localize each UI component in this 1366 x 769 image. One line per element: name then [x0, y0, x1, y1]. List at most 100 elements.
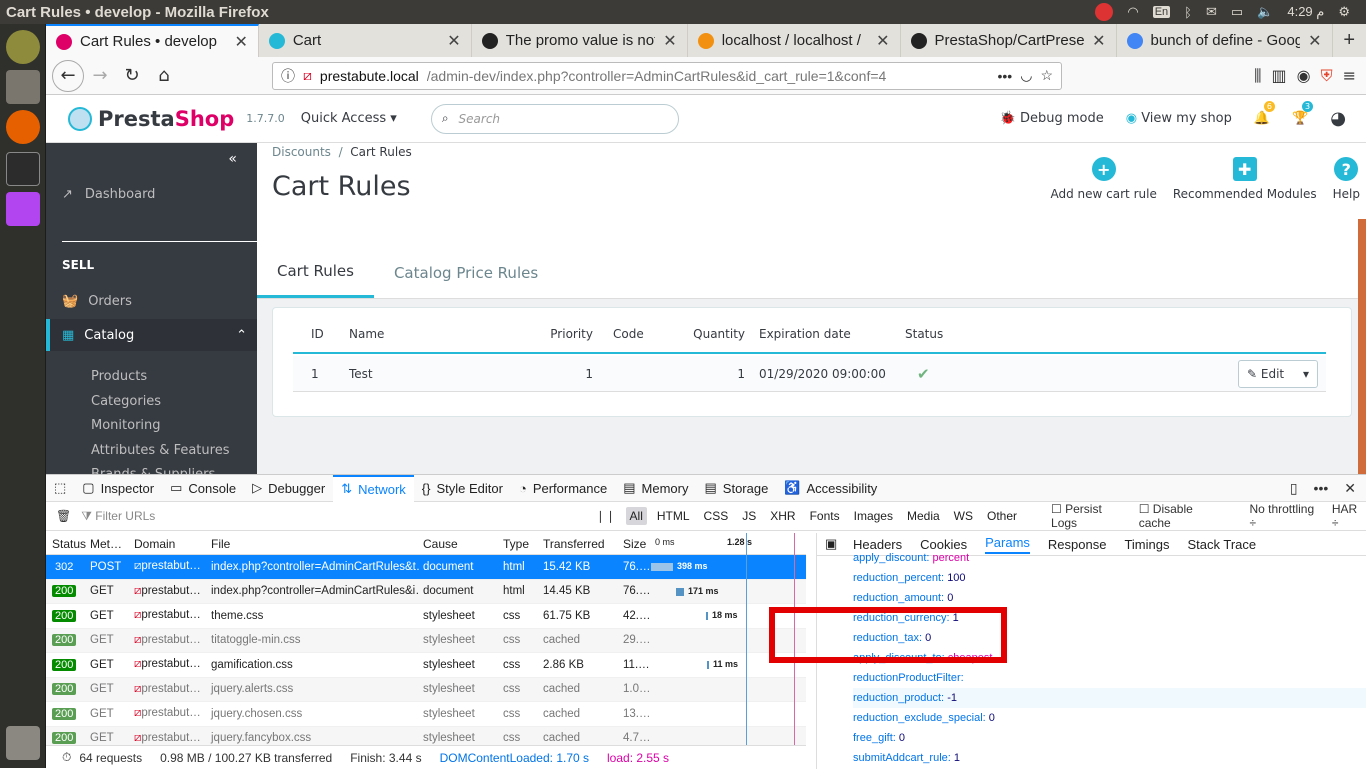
recommended-modules-button[interactable]: ✚ Recommended Modules [1173, 157, 1317, 201]
filter-images[interactable]: Images [850, 507, 897, 525]
table-row[interactable]: 200 GET ⧄prestabut… jquery.chosen.css styles… [46, 702, 806, 727]
persist-logs-checkbox[interactable]: ☐ Persist Logs [1051, 502, 1129, 530]
panel-tab-response[interactable]: Response [1048, 537, 1107, 552]
col-type[interactable]: Type [499, 537, 539, 551]
har-menu[interactable]: HAR ÷ [1332, 502, 1366, 530]
sidebar-subitem-products[interactable]: Products [91, 365, 229, 390]
filter-all[interactable]: All [625, 507, 647, 525]
clear-requests-icon[interactable]: 🗑 [56, 509, 71, 523]
wifi-icon[interactable]: ◠ [1127, 4, 1138, 20]
col-waterfall[interactable]: 0 ms 1.28 s [651, 533, 806, 554]
more-icon[interactable]: ••• [1314, 480, 1329, 497]
col-quantity[interactable]: Quantity [683, 327, 745, 341]
filter-urls-input[interactable]: ⧩ Filter URLs [81, 509, 585, 524]
col-id[interactable]: ID [293, 327, 349, 341]
table-row[interactable]: 200 GET ⧄prestabut… jquery.fancybox.css styl… [46, 726, 806, 745]
ubuntu-home-icon[interactable] [6, 30, 40, 64]
tab-catalog-price-rules[interactable]: Catalog Price Rules [374, 247, 558, 298]
panel-tab-params[interactable]: Params [985, 535, 1030, 554]
browser-tab[interactable]: PrestaShop/CartPrese ✕ [901, 24, 1117, 57]
volume-icon[interactable]: 🔈 [1257, 4, 1273, 20]
col-name[interactable]: Name [349, 327, 547, 341]
sidebar-subitem-monitoring[interactable]: Monitoring [91, 414, 229, 439]
add-new-cart-rule-button[interactable]: + Add new cart rule [1051, 157, 1157, 201]
files-icon[interactable] [6, 70, 40, 104]
filter-js[interactable]: JS [738, 507, 760, 525]
quick-access-dropdown[interactable]: Quick Access ▾ [301, 111, 397, 126]
edit-button[interactable]: ✎ Edit ▾ [1238, 359, 1318, 388]
admin-search-field[interactable]: ⌕ Search [430, 103, 679, 134]
help-button[interactable]: ? Help [1333, 157, 1360, 201]
col-transferred[interactable]: Transferred [539, 537, 619, 551]
table-row[interactable]: 1 Test 1 1 01/29/2020 09:00:00 ✔ ✎ Edit ▾ [293, 356, 1326, 392]
table-row[interactable]: 200 GET ⧄prestabut… theme.css stylesheet css 6… [46, 604, 806, 629]
bookmark-star-icon[interactable]: ☆ [1040, 67, 1053, 84]
debug-mode-link[interactable]: 🐞 Debug mode [1000, 111, 1104, 126]
col-file[interactable]: File [207, 537, 419, 551]
devtools-tab-inspector[interactable]: ▢ Inspector [74, 475, 162, 502]
filter-media[interactable]: Media [903, 507, 944, 525]
prestashop-logo[interactable]: PrestaShop 1.7.7.0 [46, 106, 285, 131]
filter-xhr[interactable]: XHR [766, 507, 799, 525]
devtools-tab-performance[interactable]: ◔ Performance [511, 475, 615, 502]
col-status[interactable]: Status [905, 327, 1005, 341]
col-domain[interactable]: Domain [130, 537, 207, 551]
sidebar-item-orders[interactable]: 🧺 Orders [62, 294, 132, 309]
devtools-tab-style-editor[interactable]: {} Style Editor [414, 475, 511, 502]
collapse-menu-icon[interactable]: « [228, 151, 237, 167]
trash-icon[interactable] [6, 726, 40, 760]
url-bar[interactable]: ⓘ ⧄ prestabute.local/admin-dev/index.php… [272, 61, 1062, 90]
forward-button[interactable]: → [84, 60, 116, 92]
close-tab-icon[interactable]: ✕ [663, 31, 676, 51]
col-status[interactable]: Status [46, 537, 86, 551]
col-code[interactable]: Code [603, 327, 683, 341]
toggle-sidebar-icon[interactable]: ▣ [825, 536, 837, 552]
caret-down-icon[interactable]: ▾ [1303, 367, 1309, 381]
dock-icon[interactable]: ▯ [1290, 480, 1298, 497]
keyboard-layout-indicator[interactable]: En [1152, 6, 1171, 18]
close-tab-icon[interactable]: ✕ [876, 31, 889, 51]
page-scrollbar[interactable] [1358, 219, 1366, 474]
new-tab-icon[interactable]: + [1333, 24, 1366, 57]
sidebar-item-catalog[interactable]: ▦ Catalog ⌃ [46, 319, 257, 351]
devtools-tab-accessibility[interactable]: ♿ Accessibility [776, 475, 885, 502]
devtools-tab-console[interactable]: ▭ Console [162, 475, 244, 502]
sidebar-subitem-categories[interactable]: Categories [91, 390, 229, 415]
sidebar-icon[interactable]: ▥ [1271, 66, 1286, 86]
close-tab-icon[interactable]: ✕ [234, 32, 247, 52]
devtools-tab-debugger[interactable]: ▷ Debugger [244, 475, 333, 502]
do-not-disturb-icon[interactable] [1095, 3, 1114, 21]
sidebar-item-dashboard[interactable]: ↗ Dashboard [62, 187, 155, 202]
table-row[interactable]: 200 GET ⧄prestabut… gamification.css stylesh… [46, 653, 806, 678]
extension-shield-icon[interactable]: ⛨ [1321, 66, 1333, 86]
breadcrumb-discounts[interactable]: Discounts [272, 145, 331, 159]
panel-tab-stack-trace[interactable]: Stack Trace [1187, 537, 1256, 552]
site-info-icon[interactable]: ⓘ [281, 66, 295, 86]
view-my-shop-link[interactable]: ◉ View my shop [1126, 111, 1232, 126]
table-row[interactable]: 302 POST ⧄prestabut… index.php?controller=A… [46, 555, 806, 580]
throttling-select[interactable]: No throttling ÷ [1249, 502, 1321, 530]
notifications-bell-icon[interactable]: 🔔 6 [1254, 101, 1275, 126]
employee-avatar-icon[interactable]: ◕ [1330, 108, 1346, 129]
col-cause[interactable]: Cause [419, 537, 499, 551]
browser-tab[interactable]: The promo value is not ✕ [472, 24, 688, 57]
home-button[interactable]: ⌂ [148, 60, 180, 92]
table-row[interactable]: 200 GET ⧄prestabut… titatoggle-min.css style… [46, 628, 806, 653]
table-row[interactable]: 200 GET ⧄prestabut… jquery.alerts.css styles… [46, 677, 806, 702]
devtools-tab-network[interactable]: ⇅ Network [333, 474, 414, 502]
col-method[interactable]: Met… [82, 537, 130, 551]
panel-tab-timings[interactable]: Timings [1124, 537, 1169, 552]
devtools-tab-storage[interactable]: ▤ Storage [696, 475, 776, 502]
browser-tab[interactable]: localhost / localhost / ✕ [688, 24, 901, 57]
status-check-icon[interactable]: ✔ [905, 365, 1005, 383]
page-actions-icon[interactable]: ••• [998, 68, 1013, 84]
close-devtools-icon[interactable]: ✕ [1344, 480, 1356, 497]
settings-gear-icon[interactable]: ⚙ [1338, 4, 1350, 20]
trophy-icon[interactable]: 🏆 3 [1292, 101, 1314, 126]
battery-icon[interactable]: ▭ [1231, 4, 1243, 20]
close-tab-icon[interactable]: ✕ [1308, 31, 1321, 51]
col-size[interactable]: Size [619, 537, 651, 551]
firefox-icon[interactable] [6, 110, 40, 144]
table-row[interactable]: 200 GET ⧄prestabut… index.php?controller=Ad… [46, 579, 806, 604]
tab-cart-rules[interactable]: Cart Rules [257, 247, 374, 298]
